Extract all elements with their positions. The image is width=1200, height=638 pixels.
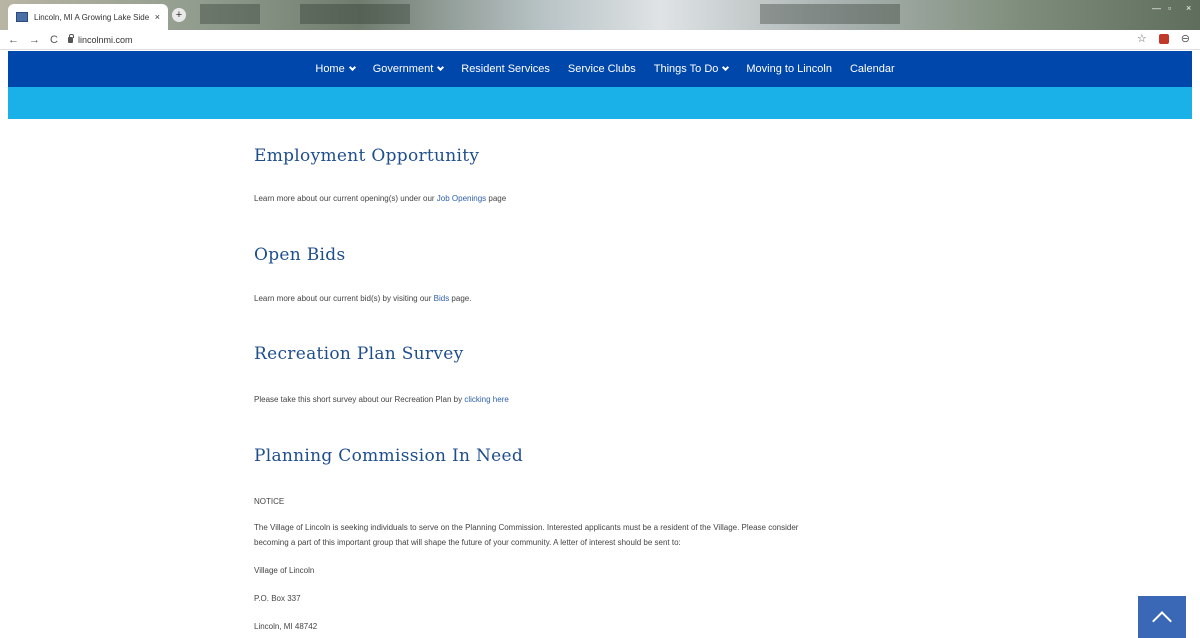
- site-favicon-icon: [16, 12, 28, 22]
- employment-text-after: page: [486, 194, 507, 203]
- browser-tab-strip: Lincoln, MI A Growing Lake Side × + — ▫ …: [0, 0, 1200, 30]
- planning-body-line1: The Village of Lincoln is seeking indivi…: [254, 523, 799, 532]
- tabstrip-background: [200, 4, 260, 24]
- tab-title: Lincoln, MI A Growing Lake Side: [34, 12, 149, 22]
- reload-icon[interactable]: C: [50, 34, 58, 46]
- sub-header-bar: [8, 87, 1192, 119]
- nav-item-label: Government: [372, 63, 434, 75]
- clicking-here-link[interactable]: clicking here: [464, 395, 508, 404]
- bids-text: Learn more about our current bid(s) by v…: [254, 294, 471, 303]
- nav-item-label: Home: [315, 63, 345, 75]
- chevron-up-icon: [1152, 611, 1172, 631]
- tabstrip-background: [300, 4, 410, 24]
- lock-icon: [67, 33, 74, 43]
- nav-item-label: Moving to Lincoln: [746, 63, 832, 75]
- nav-item-label: Calendar: [849, 63, 895, 75]
- browser-tab[interactable]: Lincoln, MI A Growing Lake Side ×: [8, 4, 168, 30]
- scroll-to-top-button[interactable]: [1138, 596, 1186, 638]
- job-openings-link[interactable]: Job Openings: [437, 194, 486, 203]
- employment-heading: Employment Opportunity: [254, 146, 480, 166]
- maximize-icon[interactable]: ▫: [1168, 3, 1171, 13]
- bids-link[interactable]: Bids: [434, 294, 450, 303]
- recreation-heading: Recreation Plan Survey: [254, 344, 464, 364]
- address-city: Lincoln, MI 48742: [254, 622, 318, 631]
- address-po-box: P.O. Box 337: [254, 594, 301, 603]
- close-tab-icon[interactable]: ×: [155, 12, 160, 22]
- bids-text-before: Learn more about our current bid(s) by v…: [254, 294, 434, 303]
- employment-text: Learn more about our current opening(s) …: [254, 194, 506, 203]
- planning-body-line2: becoming a part of this important group …: [254, 538, 681, 547]
- nav-item-label: Resident Services: [461, 63, 550, 75]
- back-arrow-icon[interactable]: ←: [8, 34, 19, 46]
- nav-item-moving-to-lincoln[interactable]: Moving to Lincoln: [746, 63, 832, 75]
- nav-item-home[interactable]: Home: [315, 63, 356, 75]
- extension-icon[interactable]: [1158, 33, 1169, 44]
- open-bids-heading: Open Bids: [254, 245, 346, 265]
- planning-heading: Planning Commission In Need: [254, 446, 524, 466]
- new-tab-button[interactable]: +: [172, 8, 186, 22]
- url-field[interactable]: lincolnmi.com: [67, 33, 133, 45]
- address-bar: ← → C lincolnmi.com ☆ ⊖: [0, 30, 1200, 50]
- nav-item-resident-services[interactable]: Resident Services: [461, 63, 550, 75]
- tabstrip-background: [760, 4, 900, 24]
- chevron-down-icon: [437, 63, 445, 72]
- chevron-down-icon: [348, 63, 356, 72]
- toolbar-icons: ☆ ⊖: [1137, 32, 1190, 45]
- nav-item-service-clubs[interactable]: Service Clubs: [568, 63, 636, 75]
- notice-label: NOTICE: [254, 497, 285, 506]
- chevron-down-icon: [722, 63, 730, 72]
- recreation-text-before: Please take this short survey about our …: [254, 395, 465, 404]
- recreation-text: Please take this short survey about our …: [254, 395, 509, 404]
- nav-item-things-to-do[interactable]: Things To Do: [653, 63, 730, 75]
- bids-text-after: page.: [449, 294, 472, 303]
- employment-text-before: Learn more about our current opening(s) …: [254, 194, 437, 203]
- minimize-icon[interactable]: —: [1152, 3, 1161, 13]
- nav-menu: Home Government Resident Services Service C…: [315, 63, 894, 75]
- profile-icon[interactable]: ⊖: [1181, 32, 1190, 45]
- forward-arrow-icon[interactable]: →: [29, 34, 40, 46]
- bookmark-star-icon[interactable]: ☆: [1137, 32, 1147, 45]
- main-navigation: Home Government Resident Services Service C…: [8, 51, 1192, 87]
- nav-item-government[interactable]: Government: [372, 63, 445, 75]
- address-name: Village of Lincoln: [254, 566, 315, 575]
- url-text: lincolnmi.com: [77, 34, 133, 45]
- close-window-icon[interactable]: ×: [1186, 3, 1191, 13]
- nav-item-calendar[interactable]: Calendar: [850, 63, 895, 75]
- nav-item-label: Things To Do: [653, 63, 719, 75]
- nav-item-label: Service Clubs: [567, 63, 636, 75]
